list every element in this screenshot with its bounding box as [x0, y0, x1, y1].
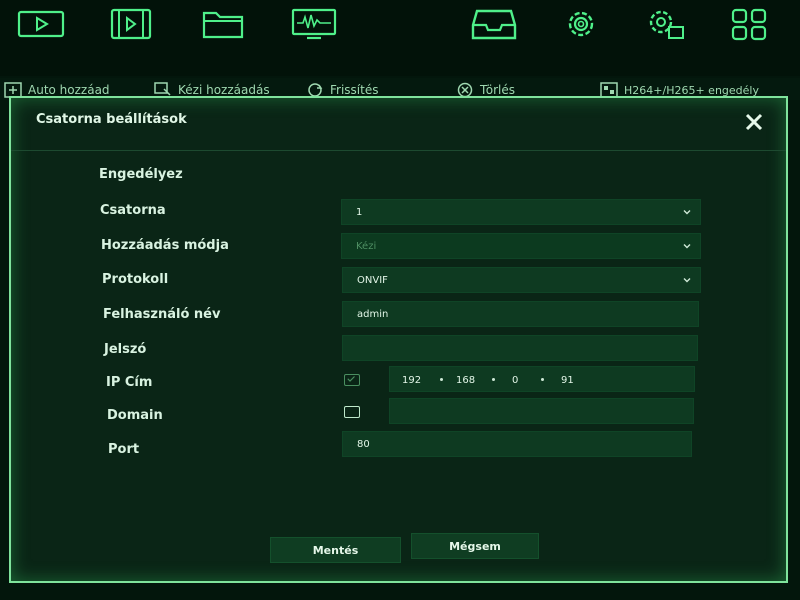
domain-checkbox[interactable]: [344, 406, 360, 418]
ip-separator: [541, 378, 544, 381]
chevron-down-icon: [683, 210, 691, 215]
channel-value: 1: [356, 206, 363, 218]
folder-icon[interactable]: [196, 4, 250, 44]
close-icon[interactable]: [744, 112, 764, 132]
checkmark-icon: [347, 376, 355, 382]
add-mode-value: Kézi: [356, 240, 377, 252]
refresh-label: Frissítés: [330, 83, 379, 97]
add-mode-label: Hozzáadás módja: [101, 238, 229, 253]
ip-octet-2: 168: [456, 374, 476, 386]
ip-octet-4: 91: [561, 374, 574, 386]
port-input[interactable]: 80: [342, 431, 692, 457]
ip-separator: [492, 378, 495, 381]
top-navigation-bar: [0, 0, 800, 76]
cancel-button[interactable]: Mégsem: [411, 533, 539, 559]
title-divider: [11, 150, 786, 151]
grid-apps-icon[interactable]: [722, 4, 776, 44]
domain-input[interactable]: [389, 398, 694, 424]
ip-octet-1: 192: [402, 374, 422, 386]
delete-label: Törlés: [480, 83, 516, 97]
dialog-title: Csatorna beállítások: [36, 112, 187, 127]
username-label: Felhasználó név: [103, 307, 221, 322]
port-label: Port: [108, 442, 140, 457]
save-button[interactable]: Mentés: [270, 537, 401, 563]
enable-label: Engedélyez: [99, 167, 183, 182]
system-settings-icon[interactable]: [638, 4, 692, 44]
channel-label: Csatorna: [100, 203, 166, 218]
h264-label: H264+/H265+ engedély: [624, 83, 759, 97]
chevron-down-icon: [683, 244, 691, 249]
password-input[interactable]: [342, 335, 698, 361]
gear-icon[interactable]: [554, 4, 608, 44]
channel-settings-dialog: Csatorna beállítások Engedélyez Csatorna…: [9, 96, 788, 583]
add-mode-select[interactable]: Kézi: [341, 233, 701, 259]
inbox-tray-icon[interactable]: [467, 4, 521, 44]
monitor-waveform-icon[interactable]: [287, 4, 341, 44]
play-icon[interactable]: [14, 4, 68, 44]
ip-address-label: IP Cím: [106, 375, 153, 390]
manual-add-label: Kézi hozzáadás: [178, 83, 270, 97]
ip-checkbox[interactable]: [344, 374, 360, 386]
channel-select[interactable]: 1: [341, 199, 701, 225]
video-film-icon[interactable]: [104, 4, 158, 44]
protocol-label: Protokoll: [102, 272, 169, 287]
ip-address-input[interactable]: 192 168 0 91: [389, 366, 695, 392]
protocol-select[interactable]: ONVIF: [342, 267, 701, 293]
protocol-value: ONVIF: [357, 274, 388, 286]
username-value: admin: [357, 308, 389, 320]
domain-label: Domain: [107, 408, 163, 423]
auto-add-label: Auto hozzáad: [28, 83, 110, 97]
chevron-down-icon: [683, 278, 691, 283]
ip-octet-3: 0: [512, 374, 519, 386]
port-value: 80: [357, 438, 370, 450]
password-label: Jelszó: [104, 342, 147, 357]
ip-separator: [440, 378, 443, 381]
username-input[interactable]: admin: [342, 301, 699, 327]
